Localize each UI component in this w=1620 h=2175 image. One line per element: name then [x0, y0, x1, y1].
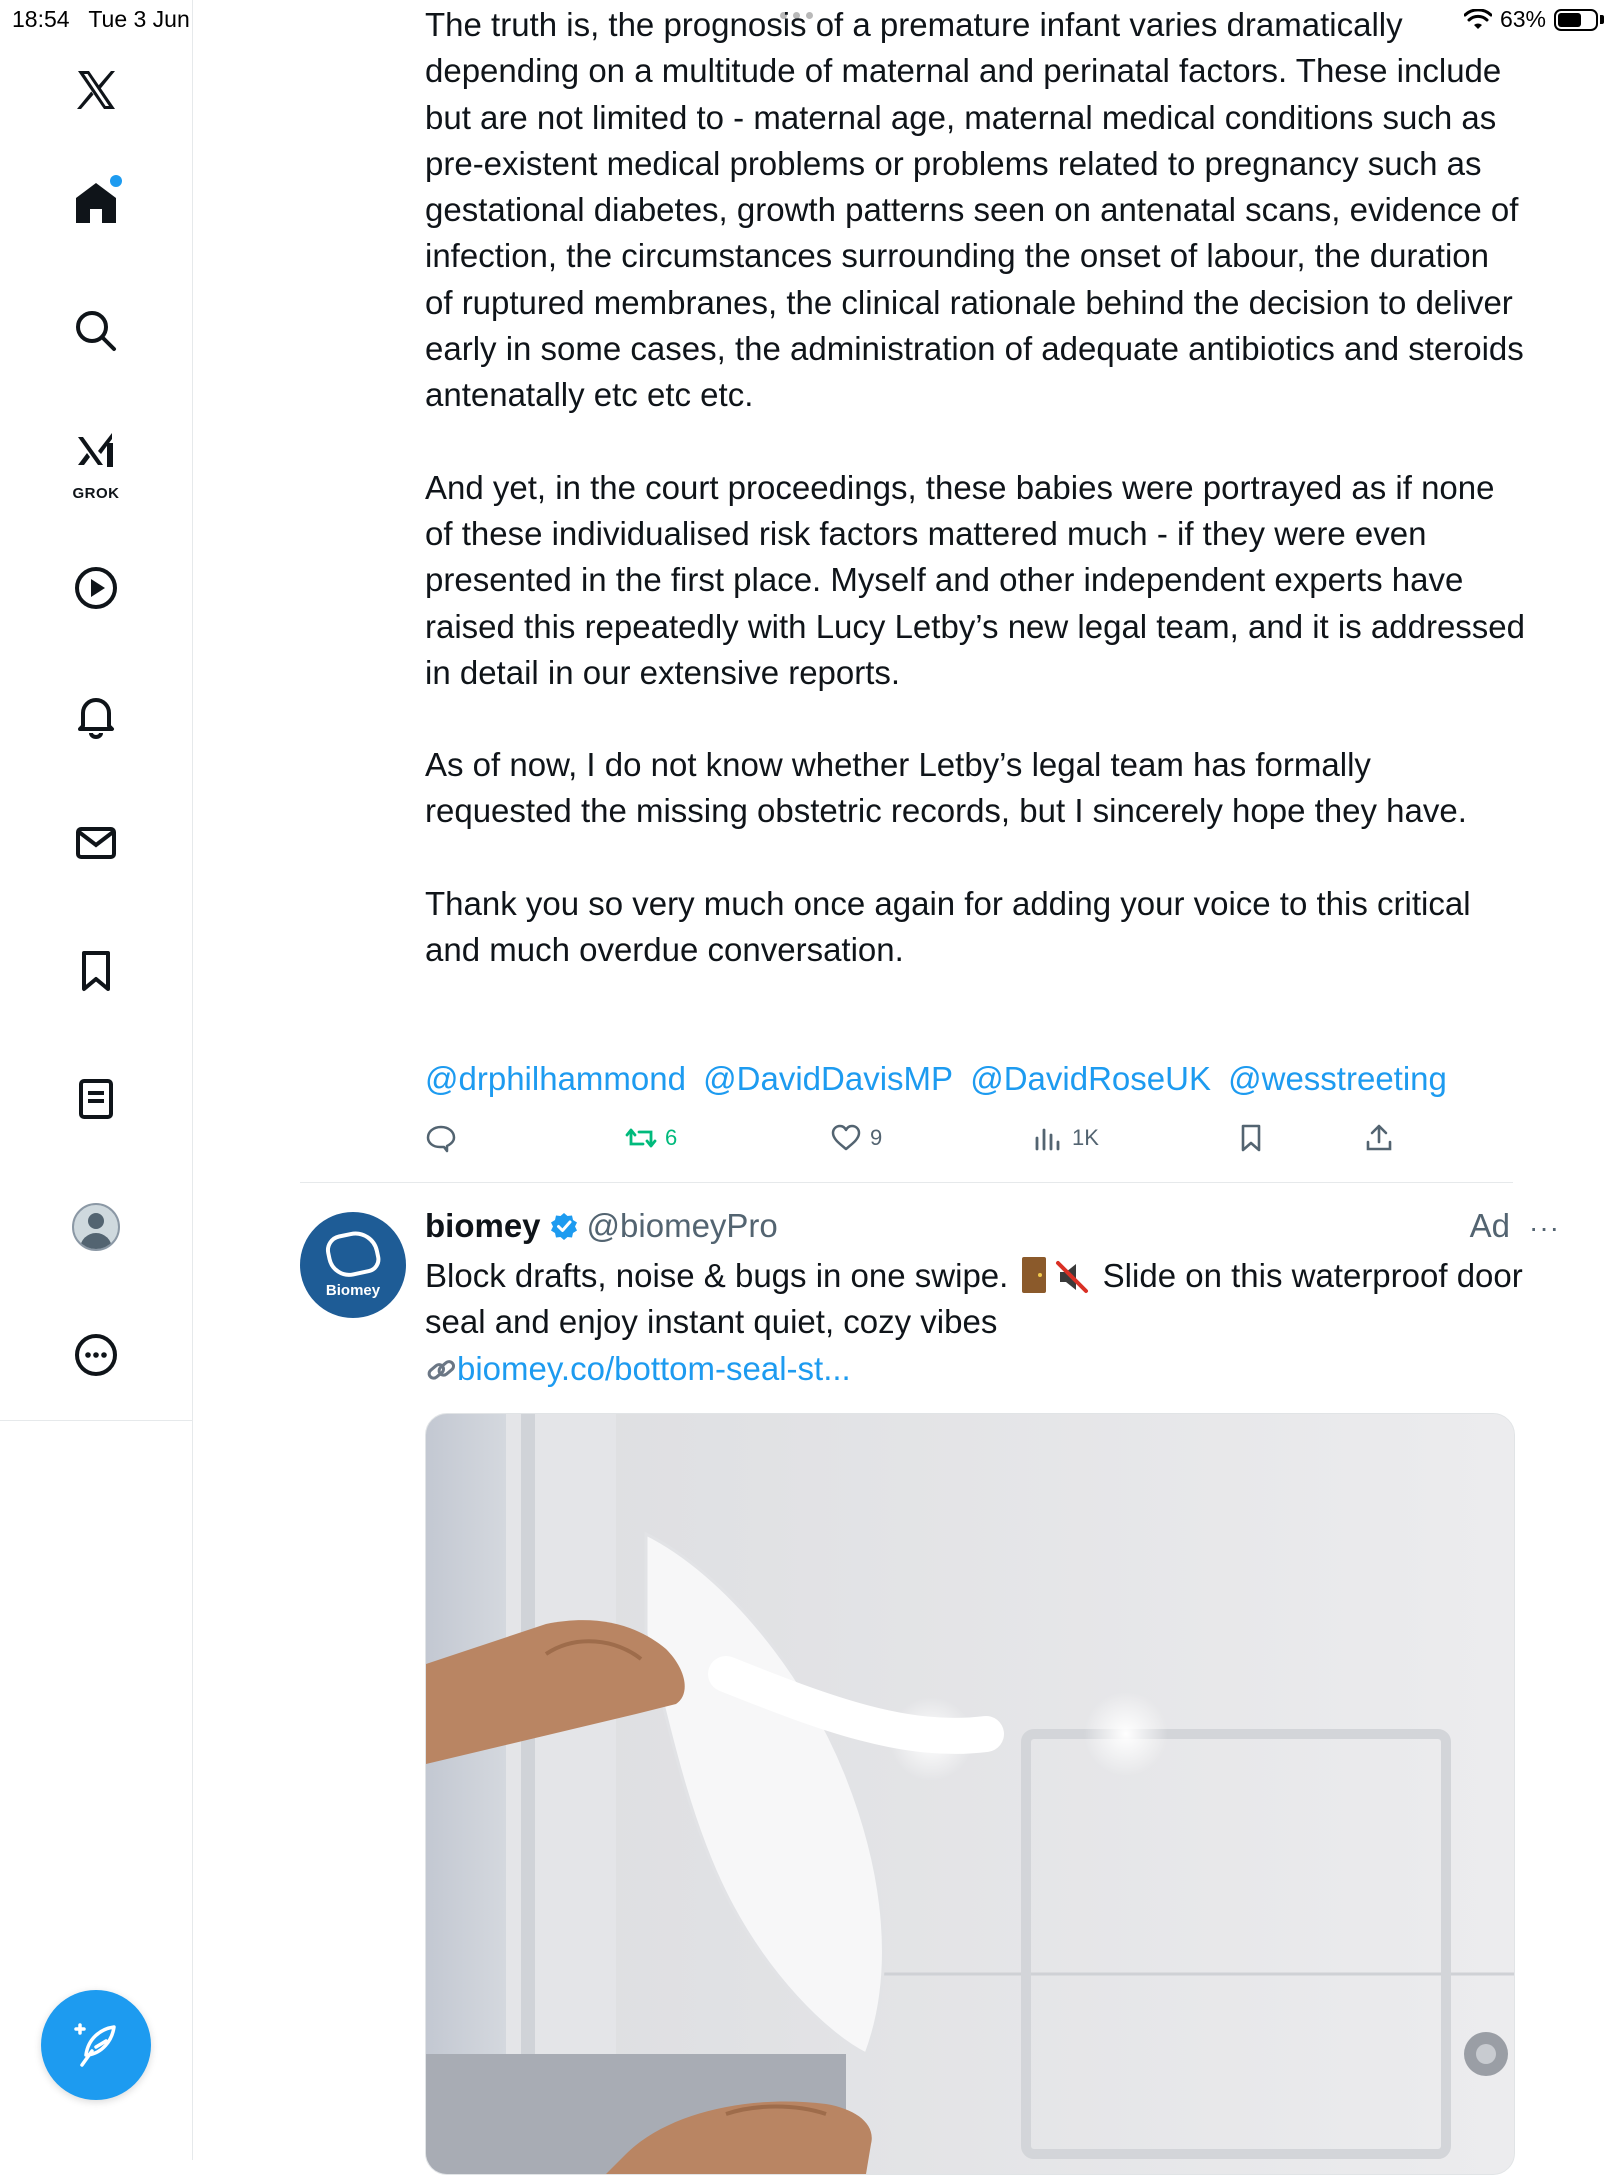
reply-button[interactable]: [425, 1122, 465, 1154]
ad-author-handle[interactable]: @biomeyPro: [587, 1207, 778, 1245]
bookmark-icon: [1241, 1124, 1261, 1152]
tweet-paragraph: As of now, I do not know whether Letby’s…: [425, 746, 1467, 830]
compose-post-button[interactable]: [41, 1990, 151, 2100]
play-circle-icon: [75, 567, 117, 609]
ad-video-image: [426, 1414, 1514, 2174]
ad-more-options[interactable]: ···: [1529, 1212, 1560, 1244]
envelope-icon: [76, 827, 116, 859]
bell-icon: [78, 698, 114, 739]
views-count: 1K: [1072, 1125, 1099, 1150]
sidebar-item-lists[interactable]: [56, 1059, 136, 1139]
muted-speaker-emoji-icon: [1055, 1261, 1088, 1293]
tweet-action-bar: 6 9 1K: [425, 1122, 1425, 1166]
ad-avatar[interactable]: Biomey: [300, 1212, 406, 1318]
like-count: 9: [870, 1125, 883, 1150]
ad-avatar-text: Biomey: [325, 1281, 381, 1299]
biomey-logo-icon: [322, 1226, 384, 1281]
door-emoji-icon: [1021, 1257, 1046, 1293]
x-logo[interactable]: [56, 50, 136, 130]
mention-link[interactable]: @DavidRoseUK: [970, 1060, 1211, 1097]
sidebar-item-video[interactable]: [56, 548, 136, 628]
mention-link[interactable]: @drphilhammond: [425, 1060, 686, 1097]
bookmark-post-button[interactable]: [1235, 1122, 1267, 1154]
list-icon: [79, 1079, 113, 1119]
views-icon: [1035, 1128, 1060, 1151]
ad-video-media[interactable]: [425, 1413, 1515, 2175]
sidebar-item-explore[interactable]: [56, 291, 136, 371]
repost-count: 6: [665, 1125, 678, 1150]
x-logo-icon: [77, 71, 115, 109]
tweet-paragraph: Thank you so very much once again for ad…: [425, 884, 1471, 969]
sidebar-item-home[interactable]: [56, 163, 136, 243]
sidebar-item-grok[interactable]: GROK: [56, 418, 136, 504]
grok-icon: [78, 433, 113, 467]
tweet-mentions: @drphilhammond @DavidDavisMP @DavidRoseU…: [425, 1060, 1455, 1098]
verified-badge-icon: [550, 1213, 577, 1240]
ad-header: biomey @biomeyPro: [425, 1207, 778, 1245]
tweet-paragraph: The truth is, the prognosis of a prematu…: [425, 6, 1524, 414]
like-button[interactable]: 9: [830, 1122, 882, 1154]
sidebar-item-notifications[interactable]: [56, 675, 136, 755]
heart-icon: [831, 1124, 861, 1151]
search-icon: [76, 311, 116, 351]
more-circle-icon: [75, 1334, 117, 1376]
sidebar-item-messages[interactable]: [56, 803, 136, 883]
link-emoji-icon: [427, 1359, 456, 1380]
views-button[interactable]: 1K: [1032, 1122, 1099, 1154]
compose-feather-icon: [74, 2023, 116, 2067]
mention-link[interactable]: @wesstreeting: [1228, 1060, 1447, 1097]
repost-button[interactable]: 6: [625, 1122, 677, 1154]
sidebar-item-bookmarks[interactable]: [56, 931, 136, 1011]
reply-icon: [426, 1125, 456, 1153]
grok-label: GROK: [72, 485, 120, 502]
sidebar-item-profile[interactable]: [56, 1187, 136, 1267]
new-posts-dot: [110, 175, 122, 187]
ad-link[interactable]: biomey.co/bottom-seal-st...: [457, 1350, 851, 1387]
sidebar-item-more[interactable]: [56, 1315, 136, 1395]
bookmark-icon: [82, 951, 110, 991]
ad-text-part1: Block drafts, noise & bugs in one swipe.: [425, 1257, 1009, 1294]
tweet-paragraph: And yet, in the court proceedings, these…: [425, 468, 1526, 691]
ad-label: Ad: [1469, 1207, 1510, 1244]
share-icon: [1366, 1124, 1392, 1151]
ad-author-name[interactable]: biomey: [425, 1207, 541, 1245]
post-divider: [300, 1182, 1513, 1183]
repost-icon: [625, 1128, 657, 1148]
battery-icon: [1554, 8, 1598, 31]
sidebar-divider: [0, 1420, 192, 1421]
tweet-body: The truth is, the prognosis of a prematu…: [425, 2, 1525, 1019]
profile-avatar: [72, 1203, 120, 1251]
sidebar-nav: GROK: [0, 0, 193, 2160]
ad-text: Block drafts, noise & bugs in one swipe.…: [425, 1253, 1535, 1392]
mention-link[interactable]: @DavidDavisMP: [703, 1060, 953, 1097]
share-button[interactable]: [1363, 1122, 1395, 1154]
